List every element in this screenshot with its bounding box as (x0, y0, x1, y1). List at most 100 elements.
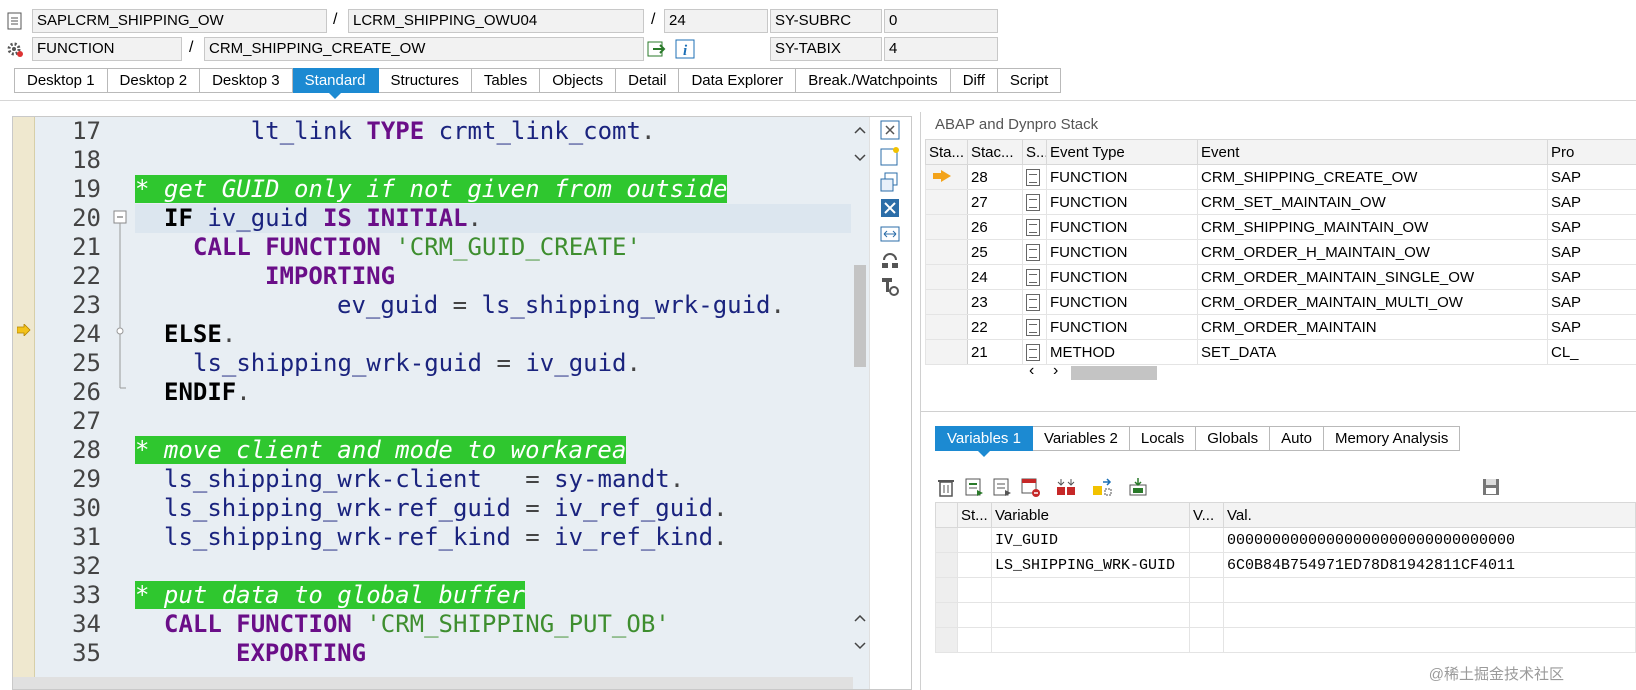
variable-name[interactable] (991, 602, 1190, 628)
tab-data-explorer[interactable]: Data Explorer (679, 68, 797, 93)
row-selector[interactable] (935, 527, 958, 553)
event-type-field[interactable]: FUNCTION (32, 37, 182, 61)
tab-detail[interactable]: Detail (616, 68, 680, 93)
event-name-field[interactable]: CRM_SHIPPING_CREATE_OW (204, 37, 644, 61)
delete-icon[interactable] (935, 476, 957, 498)
tab-desktop-3[interactable]: Desktop 3 (200, 68, 293, 93)
column-header[interactable]: Event Type (1046, 139, 1198, 165)
variable-value[interactable] (1223, 577, 1636, 603)
tab-variables-1[interactable]: Variables 1 (935, 426, 1033, 457)
variable-value[interactable] (1223, 627, 1636, 653)
refresh-icon[interactable] (879, 249, 901, 271)
info-icon[interactable]: i (675, 39, 695, 59)
column-header[interactable]: St... (957, 502, 992, 528)
table-row[interactable] (935, 627, 1636, 653)
column-header[interactable]: Val. (1223, 502, 1636, 528)
row-selector[interactable] (935, 577, 958, 603)
tab-desktop-1[interactable]: Desktop 1 (14, 68, 108, 93)
scroll-thumb[interactable] (1071, 366, 1157, 380)
variable-value[interactable]: 6C0B84B754971ED78D81942811CF4011 (1223, 552, 1636, 578)
variable-name[interactable]: IV_GUID (991, 527, 1190, 553)
tab-memory-analysis[interactable]: Memory Analysis (1323, 426, 1461, 451)
tab-desktop-2[interactable]: Desktop 2 (107, 68, 201, 93)
variable-name[interactable] (991, 577, 1190, 603)
settings-tool-icon[interactable] (879, 275, 901, 297)
vertical-scrollbar[interactable] (851, 117, 869, 689)
remove-variable-icon[interactable] (1019, 476, 1041, 498)
scroll-down-icon[interactable] (854, 615, 866, 651)
scroll-right-icon[interactable]: › (1053, 362, 1058, 380)
stack-horizontal-scrollbar[interactable]: ‹ › (1029, 362, 1169, 380)
code-line-24: ELSE. (164, 320, 236, 349)
variable-name[interactable]: LS_SHIPPING_WRK-GUID (991, 552, 1190, 578)
code-area[interactable]: lt_link TYPE crmt_link_comt. * get GUID … (135, 117, 851, 689)
table-row[interactable] (935, 602, 1636, 628)
token: lt_link (250, 117, 352, 145)
program-field[interactable]: SAPLCRM_SHIPPING_OW (32, 9, 327, 33)
marker-gutter[interactable] (13, 117, 35, 689)
maximize-icon[interactable] (879, 197, 901, 219)
column-header[interactable]: V... (1189, 502, 1224, 528)
sy-tabix-value[interactable]: 4 (884, 37, 998, 61)
table-row[interactable]: LS_SHIPPING_WRK-GUID 6C0B84B754971ED78D8… (935, 552, 1636, 578)
table-row[interactable]: IV_GUID 00000000000000000000000000000000 (935, 527, 1636, 553)
goto-source-icon[interactable] (647, 39, 667, 59)
table-row[interactable]: 27 FUNCTION CRM_SET_MAINTAIN_OW SAP (925, 189, 1636, 215)
scroll-thumb[interactable] (854, 265, 866, 367)
column-header[interactable]: Variable (991, 502, 1190, 528)
variable-value[interactable] (1223, 602, 1636, 628)
table-row[interactable]: 24 FUNCTION CRM_ORDER_MAINTAIN_SINGLE_OW… (925, 264, 1636, 290)
tab-variables-2[interactable]: Variables 2 (1032, 426, 1130, 451)
column-header[interactable]: Event (1197, 139, 1548, 165)
table-row[interactable] (935, 577, 1636, 603)
new-window-icon[interactable] (879, 145, 901, 167)
row-selector[interactable] (935, 602, 958, 628)
table-row[interactable]: 28 FUNCTION CRM_SHIPPING_CREATE_OW SAP (925, 164, 1636, 190)
table-row[interactable]: 25 FUNCTION CRM_ORDER_H_MAINTAIN_OW SAP (925, 239, 1636, 265)
column-header[interactable]: Stac... (967, 139, 1023, 165)
column-header[interactable]: Pro (1547, 139, 1636, 165)
arrange-icon[interactable] (1055, 476, 1077, 498)
table-row[interactable]: 26 FUNCTION CRM_SHIPPING_MAINTAIN_OW SAP (925, 214, 1636, 240)
include-field[interactable]: LCRM_SHIPPING_OWU04 (348, 9, 644, 33)
tab-script[interactable]: Script (997, 68, 1062, 93)
table-row[interactable]: 23 FUNCTION CRM_ORDER_MAINTAIN_MULTI_OW … (925, 289, 1636, 315)
tab-breakpoints[interactable]: Break./Watchpoints (796, 68, 951, 93)
tab-objects[interactable]: Objects (540, 68, 617, 93)
table-view-icon[interactable] (963, 476, 985, 498)
close-editor-icon[interactable] (879, 119, 901, 141)
tab-globals[interactable]: Globals (1196, 426, 1271, 451)
resize-icon[interactable] (879, 223, 901, 245)
tab-structures[interactable]: Structures (378, 68, 472, 93)
load-icon[interactable] (1127, 476, 1149, 498)
row-header (925, 314, 968, 340)
comment: * get GUID only if not given from outsid… (135, 175, 728, 203)
variable-value[interactable]: 00000000000000000000000000000000 (1223, 527, 1636, 553)
structure-view-icon[interactable] (991, 476, 1013, 498)
variable-name[interactable] (991, 627, 1190, 653)
source-editor[interactable]: 17 18 19 20 21 22 23 24 25 26 27 28 29 3… (12, 116, 912, 690)
tab-auto[interactable]: Auto (1270, 426, 1324, 451)
tab-locals[interactable]: Locals (1129, 426, 1197, 451)
horizontal-scrollbar[interactable] (13, 677, 853, 689)
token: . (221, 320, 237, 348)
transfer-icon[interactable] (1091, 476, 1113, 498)
row-selector[interactable] (935, 627, 958, 653)
table-row[interactable]: 21 METHOD SET_DATA CL_ (925, 339, 1636, 365)
scroll-up-icon[interactable] (854, 127, 866, 163)
save-icon[interactable] (1480, 476, 1502, 498)
table-row[interactable]: 22 FUNCTION CRM_ORDER_MAINTAIN SAP (925, 314, 1636, 340)
tab-standard[interactable]: Standard (292, 68, 379, 99)
tab-diff[interactable]: Diff (950, 68, 998, 93)
swap-icon[interactable] (879, 171, 901, 193)
program: SAP (1547, 214, 1636, 240)
scroll-left-icon[interactable]: ‹ (1029, 362, 1034, 380)
line-number: 25 (72, 349, 101, 377)
sy-subrc-value[interactable]: 0 (884, 9, 998, 33)
row-selector[interactable] (935, 552, 958, 578)
column-header[interactable]: Sta... (925, 139, 968, 165)
column-header[interactable]: S... (1022, 139, 1047, 165)
line-number-field[interactable]: 24 (664, 9, 768, 33)
tab-tables[interactable]: Tables (471, 68, 541, 93)
code-line-33: * put data to global buffer (135, 581, 526, 610)
